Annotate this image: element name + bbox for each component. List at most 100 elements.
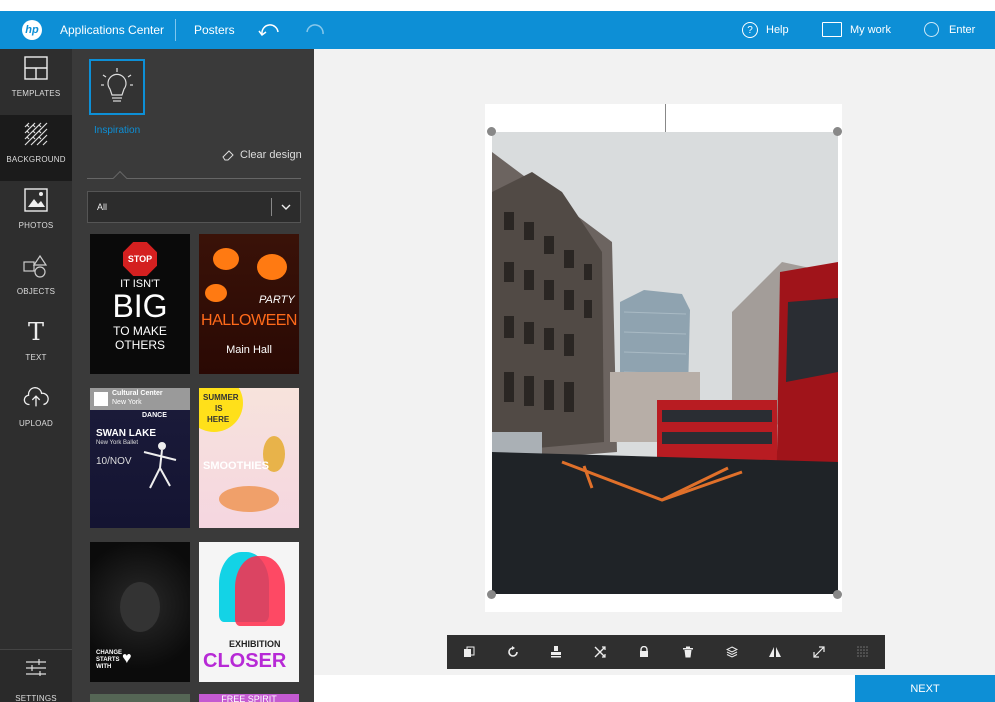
background-icon bbox=[23, 121, 49, 147]
thumb-text: DANCE bbox=[142, 412, 167, 419]
thumb-text: EXHIBITION bbox=[229, 639, 281, 649]
rail-item-templates[interactable]: TEMPLATES bbox=[0, 49, 72, 115]
template-thumbnail[interactable]: CHANGE STARTS WITH ♥ bbox=[90, 542, 190, 682]
rail-item-upload[interactable]: UPLOAD bbox=[0, 379, 72, 445]
my-work-button[interactable]: My work bbox=[822, 22, 891, 37]
bottom-bar bbox=[314, 675, 855, 702]
lock-icon[interactable] bbox=[622, 635, 666, 669]
folder-icon bbox=[822, 22, 842, 37]
logo-icon bbox=[94, 392, 108, 406]
shuffle-icon[interactable] bbox=[578, 635, 622, 669]
thumb-text: TO MAKE bbox=[113, 324, 167, 338]
thumb-text: OTHERS bbox=[114, 338, 165, 352]
rail-label: BACKGROUND bbox=[6, 155, 66, 164]
template-thumbnail[interactable]: SUMMER IS HERE SMOOTHIES bbox=[199, 388, 299, 528]
thumb-text: Main Hall bbox=[226, 344, 272, 356]
pumpkin-icon bbox=[205, 284, 227, 302]
rail-item-photos[interactable]: PHOTOS bbox=[0, 181, 72, 247]
category-select[interactable]: All bbox=[87, 191, 301, 223]
rail-item-objects[interactable]: OBJECTS bbox=[0, 247, 72, 313]
rail-label: PHOTOS bbox=[18, 221, 54, 230]
upload-icon bbox=[23, 385, 49, 411]
resize-handle[interactable] bbox=[487, 127, 496, 136]
thumb-text: PARTY bbox=[259, 294, 295, 306]
heart-icon: ♥ bbox=[122, 650, 132, 667]
thumb-text: CLOSER bbox=[203, 650, 287, 672]
templates-panel: Inspiration Clear design All STOP IT ISN… bbox=[72, 49, 314, 702]
thumb-text: CHANGE STARTS WITH bbox=[96, 650, 123, 670]
clear-design-label: Clear design bbox=[240, 149, 302, 161]
text-icon: T bbox=[27, 318, 44, 346]
resize-handle[interactable] bbox=[833, 590, 842, 599]
pumpkin-icon bbox=[213, 248, 239, 270]
rail-label: OBJECTS bbox=[16, 287, 56, 296]
face-image bbox=[120, 582, 160, 632]
category-select-value: All bbox=[97, 202, 108, 212]
thumb-text: BIG bbox=[112, 288, 168, 324]
template-thumbnail[interactable]: EXHIBITION CLOSER bbox=[199, 542, 299, 682]
rotate-icon[interactable] bbox=[491, 635, 535, 669]
stop-sign-icon: STOP bbox=[123, 242, 157, 276]
undo-icon[interactable] bbox=[258, 22, 280, 38]
settings-label: SETTINGS bbox=[15, 694, 57, 702]
chevron-down-icon[interactable] bbox=[272, 204, 300, 210]
hp-logo-icon[interactable]: hp bbox=[22, 20, 42, 40]
pumpkin-icon bbox=[257, 254, 287, 280]
top-divider bbox=[175, 19, 176, 41]
template-thumbnail[interactable]: Cultural Center New York DANCE SWAN LAKE… bbox=[90, 388, 190, 528]
enter-label: Enter bbox=[949, 23, 976, 36]
help-icon: ? bbox=[742, 22, 758, 38]
thumb-text: HALLOWEEN bbox=[201, 312, 297, 329]
thumb-text: SMOOTHIES bbox=[203, 460, 270, 472]
template-thumbnail[interactable]: PARTY HALLOWEEN Main Hall bbox=[199, 234, 299, 374]
rotate-handle[interactable] bbox=[665, 104, 666, 132]
rail-label: UPLOAD bbox=[18, 419, 54, 428]
trash-icon[interactable] bbox=[666, 635, 710, 669]
eraser-icon bbox=[222, 150, 234, 161]
top-bar: hp Applications Center Posters ? Help My… bbox=[0, 11, 995, 49]
my-work-label: My work bbox=[850, 23, 891, 36]
resize-handle[interactable] bbox=[833, 127, 842, 136]
inspiration-tab[interactable] bbox=[89, 59, 145, 115]
enter-button[interactable]: Enter bbox=[924, 22, 975, 37]
layers-icon[interactable] bbox=[710, 635, 754, 669]
rail-item-settings[interactable]: SETTINGS bbox=[0, 649, 72, 702]
template-thumbnail[interactable]: FREE SPIRIT bbox=[199, 694, 299, 702]
help-label: Help bbox=[766, 24, 789, 36]
settings-icon bbox=[25, 658, 47, 681]
poster-page bbox=[485, 104, 842, 612]
redo-icon[interactable] bbox=[305, 22, 327, 38]
rail-item-background[interactable]: BACKGROUND bbox=[0, 115, 72, 181]
fruit-image bbox=[219, 486, 279, 512]
panel-notch bbox=[112, 170, 128, 186]
thumb-text: SUMMER IS HERE bbox=[203, 393, 239, 424]
rail-item-text[interactable]: T TEXT bbox=[0, 313, 72, 379]
help-button[interactable]: ? Help bbox=[742, 22, 789, 38]
resize-handle[interactable] bbox=[487, 590, 496, 599]
template-thumbnail[interactable] bbox=[90, 694, 190, 702]
object-toolbar bbox=[447, 635, 885, 669]
templates-icon bbox=[23, 55, 49, 81]
street-photo-image bbox=[492, 132, 838, 594]
app-title[interactable]: Applications Center bbox=[60, 23, 164, 37]
design-canvas bbox=[314, 49, 995, 675]
thumb-text: New York Ballet bbox=[96, 440, 139, 446]
lightbulb-icon bbox=[101, 68, 133, 102]
thumb-text: New York bbox=[112, 399, 142, 406]
flip-icon[interactable] bbox=[754, 635, 798, 669]
left-rail: TEMPLATES BACKGROUND PHOTOS OBJECTS T TE… bbox=[0, 49, 72, 702]
stamp-icon[interactable] bbox=[535, 635, 579, 669]
clear-design-button[interactable]: Clear design bbox=[222, 149, 302, 161]
template-thumbnail[interactable]: STOP IT ISN'T BIG TO MAKE OTHERS bbox=[90, 234, 190, 374]
poster-photo[interactable] bbox=[492, 132, 838, 594]
inspiration-label[interactable]: Inspiration bbox=[94, 125, 140, 136]
thumb-text: FREE SPIRIT bbox=[221, 694, 277, 702]
grid-icon[interactable] bbox=[841, 635, 885, 669]
objects-icon bbox=[23, 253, 49, 279]
user-icon bbox=[924, 22, 939, 37]
resize-icon[interactable] bbox=[797, 635, 841, 669]
thumb-text: Cultural Center bbox=[112, 390, 163, 397]
next-button[interactable]: NEXT bbox=[855, 675, 995, 702]
duplicate-icon[interactable] bbox=[447, 635, 491, 669]
rail-label: TEMPLATES bbox=[11, 89, 61, 98]
